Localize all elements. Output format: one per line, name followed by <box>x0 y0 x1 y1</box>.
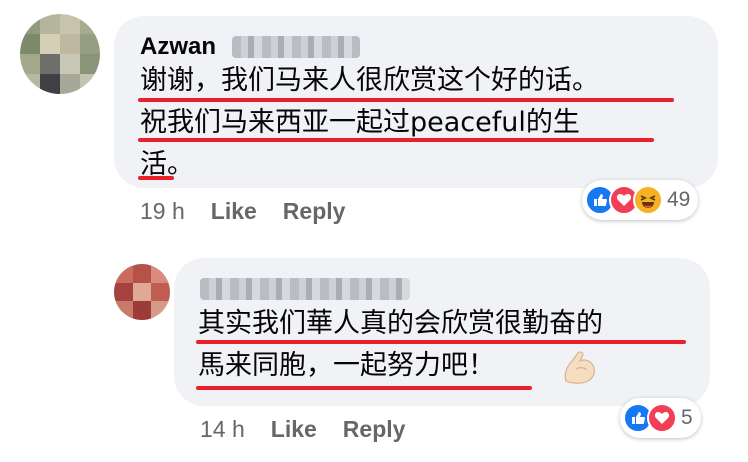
comment-author[interactable]: Azwan <box>140 33 216 61</box>
flexed-biceps-icon <box>564 351 595 384</box>
avatar[interactable] <box>114 264 170 320</box>
like-button[interactable]: Like <box>211 198 257 225</box>
underline-mark <box>138 176 174 180</box>
like-button[interactable]: Like <box>271 416 317 443</box>
reply-button[interactable]: Reply <box>343 416 406 443</box>
reply-button[interactable]: Reply <box>283 198 346 225</box>
underline-mark <box>138 138 654 142</box>
underline-mark <box>196 386 532 390</box>
haha-icon <box>633 185 663 215</box>
blurred-name <box>232 36 360 58</box>
comment-meta: 19 h Like Reply <box>140 198 345 225</box>
reaction-summary[interactable]: 49 <box>582 180 699 220</box>
reaction-count: 5 <box>681 406 693 429</box>
comment-line: 其实我们華人真的会欣赏很勤奋的 <box>198 308 603 339</box>
love-icon <box>647 403 677 433</box>
underline-mark <box>138 98 674 102</box>
blurred-name[interactable] <box>200 278 410 300</box>
comment-line: 馬来同胞，一起努力吧！ <box>198 350 495 381</box>
comment-text: 谢谢，我们马来人很欣赏这个好的话。 祝我们马来西亚一起过peaceful的生 活… <box>140 60 710 186</box>
comment-line: 谢谢，我们马来人很欣赏这个好的话。 <box>140 65 599 96</box>
avatar[interactable] <box>20 14 100 94</box>
underline-mark <box>196 340 686 344</box>
comment-meta: 14 h Like Reply <box>200 416 405 443</box>
timestamp[interactable]: 14 h <box>200 416 245 443</box>
reaction-count: 49 <box>667 188 691 211</box>
reaction-summary[interactable]: 5 <box>620 398 701 438</box>
comment-text: 其实我们華人真的会欣赏很勤奋的 馬来同胞，一起努力吧！ <box>198 303 698 387</box>
timestamp[interactable]: 19 h <box>140 198 185 225</box>
